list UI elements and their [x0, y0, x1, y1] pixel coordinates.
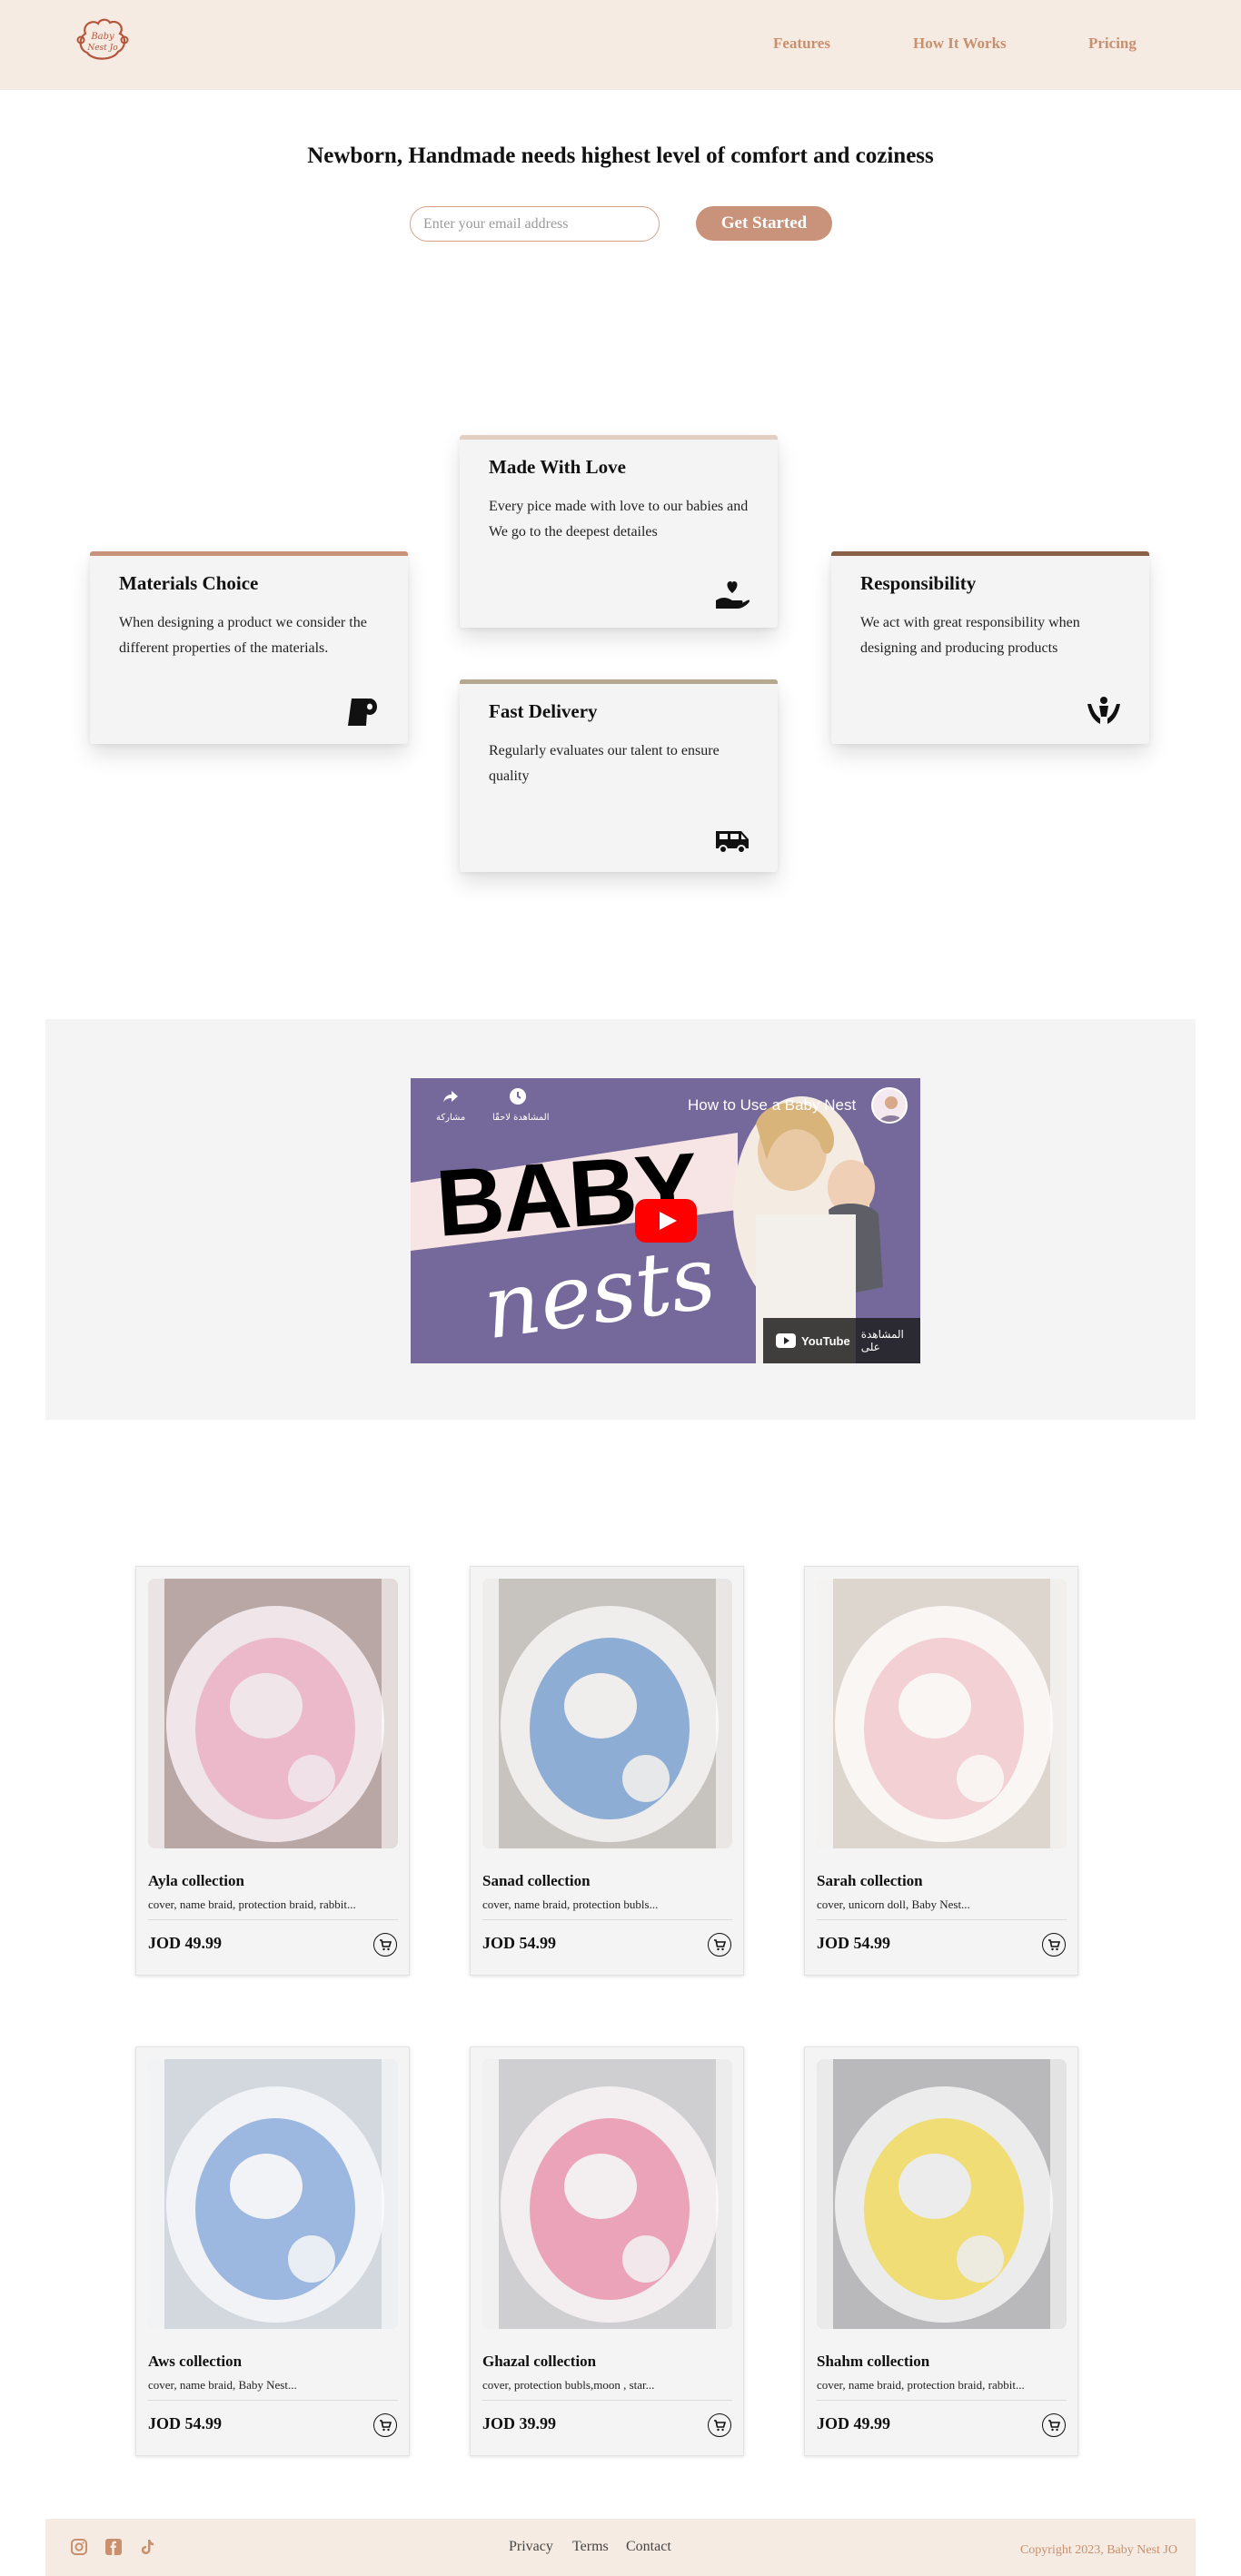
product-card[interactable]: Aws collection cover, name braid, Baby Ne… — [135, 2046, 410, 2456]
feature-title: Materials Choice — [119, 572, 259, 594]
site-header: Baby Nest Jo Features How It Works Prici… — [0, 0, 1241, 90]
product-name[interactable]: Sanad collection — [482, 1872, 591, 1890]
copyright-text: Copyright 2023, Baby Nest JO — [1019, 2543, 1177, 2557]
cart-icon — [379, 2419, 392, 2432]
product-divider — [482, 2400, 732, 2401]
product-card[interactable]: Ayla collection cover, name braid, protec… — [135, 1566, 410, 1976]
cart-icon — [1047, 1938, 1061, 1951]
product-image[interactable] — [817, 2059, 1067, 2329]
svg-text:Baby: Baby — [90, 32, 114, 42]
feature-card-made-with-love: Made With Love Every pice made with love… — [460, 435, 778, 628]
add-to-cart-button[interactable] — [373, 1933, 397, 1957]
product-description: cover, name braid, protection braid, rab… — [148, 1897, 356, 1911]
feature-title: Fast Delivery — [489, 700, 598, 722]
channel-avatar[interactable] — [871, 1087, 908, 1124]
product-image[interactable] — [148, 1579, 398, 1848]
nav-pricing[interactable]: Pricing — [1088, 35, 1137, 53]
cart-icon — [1047, 2419, 1061, 2432]
product-image[interactable] — [817, 1579, 1067, 1848]
cart-icon — [713, 1938, 727, 1951]
youtube-logo-icon — [776, 1333, 796, 1348]
product-card[interactable]: Shahm collection cover, name braid, prote… — [804, 2046, 1078, 2456]
product-image[interactable] — [482, 2059, 732, 2329]
product-name[interactable]: Shahm collection — [817, 2353, 929, 2371]
product-card[interactable]: Ghazal collection cover, protection bubls… — [470, 2046, 744, 2456]
feature-text: Every pice made with love to our babies … — [489, 499, 749, 540]
product-name[interactable]: Aws collection — [148, 2353, 242, 2371]
product-price: JOD 49.99 — [148, 1934, 222, 1952]
svg-text:Nest Jo: Nest Jo — [86, 44, 118, 53]
feature-text: We act with great responsibility when de… — [860, 615, 1080, 656]
feature-title: Made With Love — [489, 456, 626, 478]
baby-nest-logo[interactable]: Baby Nest Jo — [73, 15, 133, 64]
watch-on-label: المشاهدة على — [860, 1328, 904, 1353]
product-description: cover, protection bubls,moon , star... — [482, 2378, 655, 2392]
product-description: cover, name braid, Baby Nest... — [148, 2378, 297, 2392]
product-price: JOD 54.99 — [482, 1934, 556, 1952]
share-label: مشاركة — [436, 1113, 466, 1123]
instagram-icon[interactable] — [71, 2539, 87, 2555]
product-divider — [817, 1919, 1067, 1920]
product-image[interactable] — [148, 2059, 398, 2329]
van-icon — [714, 823, 750, 856]
add-to-cart-button[interactable] — [708, 1933, 731, 1957]
site-footer: Privacy Terms Contact Copyright 2023, Ba… — [45, 2519, 1196, 2576]
product-name[interactable]: Sarah collection — [817, 1872, 923, 1890]
play-button[interactable] — [635, 1199, 697, 1243]
product-card[interactable]: Sarah collection cover, unicorn doll, Bab… — [804, 1566, 1078, 1976]
cart-icon — [713, 2419, 727, 2432]
feature-card-materials: Materials Choice When designing a produc… — [90, 551, 408, 744]
product-price: JOD 54.99 — [148, 2414, 222, 2432]
feature-text: Regularly evaluates our talent to ensure… — [489, 743, 720, 784]
feature-title: Responsibility — [860, 572, 977, 594]
footer-link-contact[interactable]: Contact — [626, 2539, 671, 2555]
add-to-cart-button[interactable] — [373, 2413, 397, 2437]
video-section: BABY nests مشاركة المشاهدة لاحقًا How to… — [45, 1019, 1196, 1420]
watch-later-label: المشاهدة لاحقًا — [492, 1113, 550, 1123]
feature-card-responsibility: Responsibility We act with great respons… — [831, 551, 1149, 744]
feature-card-fast-delivery: Fast Delivery Regularly evaluates our ta… — [460, 679, 778, 872]
footer-link-privacy[interactable]: Privacy — [509, 2539, 553, 2555]
youtube-video-embed[interactable]: BABY nests مشاركة المشاهدة لاحقًا How to… — [411, 1078, 920, 1363]
youtube-label: YouTube — [801, 1333, 850, 1348]
product-description: cover, unicorn doll, Baby Nest... — [817, 1897, 970, 1911]
email-input[interactable] — [410, 206, 660, 242]
product-divider — [482, 1919, 732, 1920]
feature-text: When designing a product we consider the… — [119, 615, 367, 656]
product-name[interactable]: Ayla collection — [148, 1872, 244, 1890]
hand-heart-icon — [714, 579, 750, 611]
product-price: JOD 39.99 — [482, 2414, 556, 2432]
add-to-cart-button[interactable] — [1042, 1933, 1066, 1957]
video-title[interactable]: How to Use a Baby Nest — [688, 1096, 856, 1115]
add-to-cart-button[interactable] — [1042, 2413, 1066, 2437]
hero-title: Newborn, Handmade needs highest level of… — [307, 144, 934, 168]
hands-child-icon — [1086, 695, 1122, 728]
clock-icon[interactable] — [509, 1087, 527, 1105]
product-price: JOD 49.99 — [817, 2414, 890, 2432]
share-icon[interactable] — [442, 1087, 460, 1105]
toilet-paper-icon — [344, 695, 381, 728]
facebook-icon[interactable] — [105, 2539, 122, 2555]
nav-features[interactable]: Features — [773, 35, 830, 53]
tiktok-icon[interactable] — [139, 2539, 155, 2555]
get-started-button[interactable]: Get Started — [696, 206, 832, 241]
product-image[interactable] — [482, 1579, 732, 1848]
product-divider — [817, 2400, 1067, 2401]
cart-icon — [379, 1938, 392, 1951]
watch-on-youtube[interactable]: YouTube المشاهدة على — [763, 1318, 920, 1363]
add-to-cart-button[interactable] — [708, 2413, 731, 2437]
product-divider — [148, 1919, 398, 1920]
product-divider — [148, 2400, 398, 2401]
product-description: cover, name braid, protection bubls... — [482, 1897, 659, 1911]
product-name[interactable]: Ghazal collection — [482, 2353, 596, 2371]
footer-link-terms[interactable]: Terms — [572, 2539, 609, 2555]
product-description: cover, name braid, protection braid, rab… — [817, 2378, 1025, 2392]
nav-how-it-works[interactable]: How It Works — [913, 35, 1007, 53]
product-price: JOD 54.99 — [817, 1934, 890, 1952]
product-card[interactable]: Sanad collection cover, name braid, prote… — [470, 1566, 744, 1976]
